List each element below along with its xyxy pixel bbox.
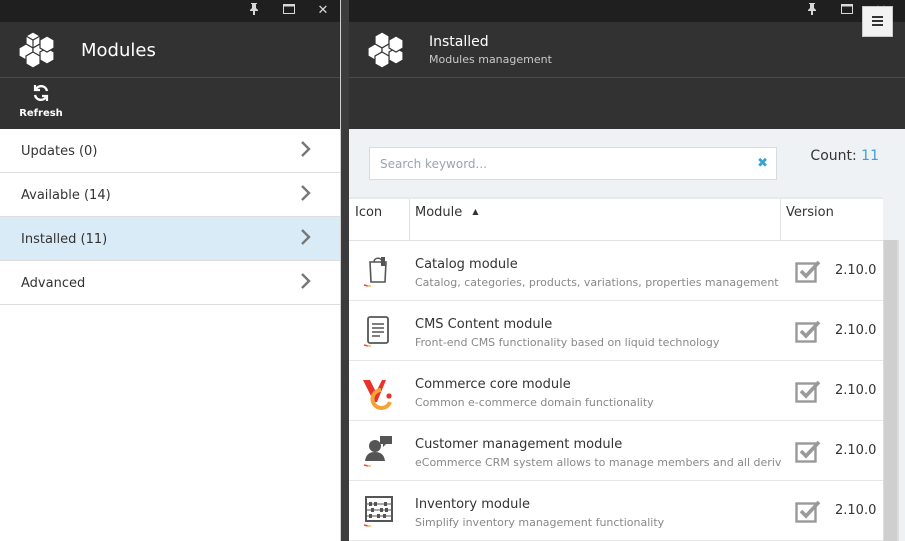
module-description: Front-end CMS functionality based on liq… bbox=[415, 336, 720, 349]
blade-subtitle: Modules management bbox=[429, 53, 552, 66]
hamburger-icon bbox=[863, 7, 892, 26]
grid-menu-button[interactable] bbox=[862, 6, 893, 37]
column-header-icon[interactable]: Icon bbox=[349, 199, 410, 241]
column-header-label: Module bbox=[415, 205, 463, 220]
menu-item-label: Available (14) bbox=[21, 188, 111, 203]
blade-toolbar: Refresh bbox=[0, 78, 340, 129]
modules-cube-icon bbox=[368, 31, 404, 69]
document-icon bbox=[363, 316, 389, 347]
search-input[interactable] bbox=[370, 148, 740, 179]
clear-search-icon[interactable]: ✖ bbox=[757, 156, 768, 171]
abacus-icon bbox=[363, 496, 393, 527]
menu-item-label: Advanced bbox=[21, 276, 86, 291]
pin-icon[interactable] bbox=[803, 2, 821, 20]
shopping-bag-icon bbox=[363, 257, 387, 287]
blade-window-bar: ✕ bbox=[349, 0, 905, 22]
installed-check-icon bbox=[795, 500, 821, 523]
module-description: Simplify inventory management functional… bbox=[415, 516, 665, 529]
modules-cube-icon bbox=[19, 31, 55, 69]
module-name: Catalog module bbox=[415, 257, 518, 272]
chevron-right-icon bbox=[301, 185, 311, 201]
module-version: 2.10.0 bbox=[835, 323, 877, 338]
scrollbar-thumb[interactable] bbox=[884, 240, 897, 541]
menu-item-installed[interactable]: Installed (11) bbox=[0, 217, 340, 261]
refresh-label: Refresh bbox=[19, 108, 63, 119]
menu-item-label: Installed (11) bbox=[21, 232, 108, 247]
column-header-version[interactable]: Version bbox=[781, 199, 883, 241]
maximize-icon[interactable] bbox=[280, 2, 298, 20]
commerce-logo-icon bbox=[363, 380, 392, 410]
search-box: ✖ bbox=[369, 147, 777, 180]
refresh-icon bbox=[18, 84, 64, 107]
module-version: 2.10.0 bbox=[835, 443, 877, 458]
installed-check-icon bbox=[795, 320, 821, 343]
menu-item-label: Updates (0) bbox=[21, 144, 98, 159]
installed-check-icon bbox=[795, 260, 821, 283]
table-row[interactable]: Inventory module Simplify inventory mana… bbox=[349, 481, 883, 541]
column-header-label: Icon bbox=[355, 205, 383, 220]
table-row[interactable]: Customer management module eCommerce CRM… bbox=[349, 421, 883, 481]
blade-window-bar: ✕ bbox=[0, 0, 340, 22]
menu-item-updates[interactable]: Updates (0) bbox=[0, 129, 340, 173]
installed-check-icon bbox=[795, 440, 821, 463]
chevron-right-icon bbox=[301, 229, 311, 245]
close-icon[interactable]: ✕ bbox=[314, 2, 332, 20]
installed-check-icon bbox=[795, 380, 821, 403]
chevron-right-icon bbox=[301, 141, 311, 157]
module-description: Common e-commerce domain functionality bbox=[415, 396, 654, 409]
module-name: CMS Content module bbox=[415, 317, 553, 332]
column-header-module[interactable]: Module ▲ bbox=[410, 199, 781, 241]
grid-scrollbar[interactable] bbox=[883, 240, 899, 541]
blade-title: Modules bbox=[81, 40, 156, 61]
count-label: Count: bbox=[810, 148, 857, 164]
table-row[interactable]: Catalog module Catalog, categories, prod… bbox=[349, 241, 883, 301]
table-row[interactable]: Commerce core module Common e-commerce d… bbox=[349, 361, 883, 421]
blade-toolbar bbox=[349, 78, 905, 129]
customer-chat-icon bbox=[363, 436, 392, 467]
pin-icon[interactable] bbox=[245, 2, 263, 20]
sort-ascending-icon: ▲ bbox=[472, 207, 479, 216]
chevron-right-icon bbox=[301, 273, 311, 289]
module-name: Customer management module bbox=[415, 437, 623, 452]
module-version: 2.10.0 bbox=[835, 383, 877, 398]
blade-title: Installed bbox=[429, 34, 489, 50]
module-name: Inventory module bbox=[415, 497, 530, 512]
module-version: 2.10.0 bbox=[835, 503, 877, 518]
menu-item-available[interactable]: Available (14) bbox=[0, 173, 340, 217]
modules-grid: Icon Module ▲ Version Catalog module Cat… bbox=[349, 197, 883, 541]
module-version: 2.10.0 bbox=[835, 263, 877, 278]
column-header-label: Version bbox=[786, 205, 834, 220]
table-row[interactable]: CMS Content module Front-end CMS functio… bbox=[349, 301, 883, 361]
grid-header: Icon Module ▲ Version bbox=[349, 199, 883, 241]
module-name: Commerce core module bbox=[415, 377, 571, 392]
module-category-list: Updates (0) Available (14) Installed (11… bbox=[0, 129, 340, 305]
refresh-button[interactable]: Refresh bbox=[18, 84, 64, 119]
installed-modules-blade: ✕ Installed Modules management ✖ Count: … bbox=[349, 0, 905, 541]
modules-blade: ✕ Modules Refresh Updates (0) Available … bbox=[0, 0, 341, 541]
menu-item-advanced[interactable]: Advanced bbox=[0, 261, 340, 305]
module-description: Catalog, categories, products, variation… bbox=[415, 276, 779, 289]
module-count: Count: 11 bbox=[810, 148, 879, 164]
blade-header: Installed Modules management bbox=[349, 22, 905, 78]
blade-header: Modules bbox=[0, 22, 340, 78]
module-description: eCommerce CRM system allows to manage me… bbox=[415, 456, 781, 469]
maximize-icon[interactable] bbox=[838, 2, 856, 20]
count-value: 11 bbox=[861, 148, 879, 164]
